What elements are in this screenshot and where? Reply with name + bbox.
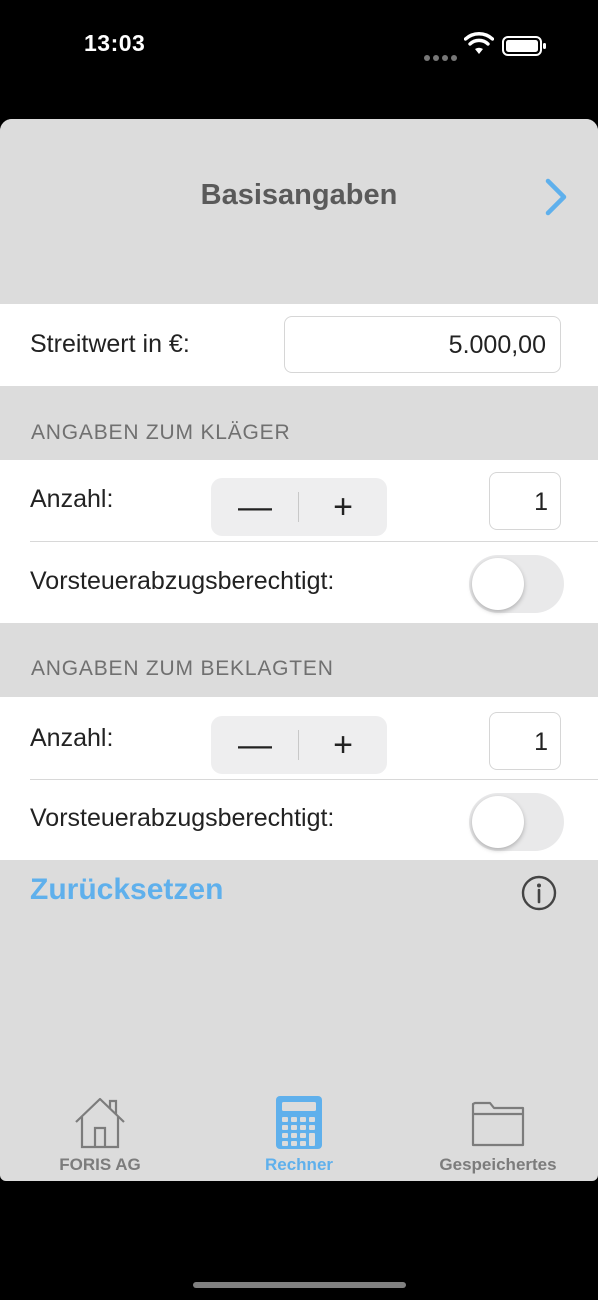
chevron-right-icon[interactable]	[538, 175, 574, 219]
app-screen: Basisangaben Streitwert in €: 5.000,00 A…	[0, 119, 598, 1181]
streitwert-input[interactable]: 5.000,00	[284, 316, 561, 373]
klaeger-anzahl-label: Anzahl:	[30, 485, 114, 513]
folder-icon	[471, 1101, 525, 1147]
reset-button[interactable]: Zurücksetzen	[30, 873, 223, 907]
beklagte-anzahl-value: 1	[534, 728, 548, 756]
cellular-signal-icon	[424, 48, 460, 66]
status-icons	[420, 32, 550, 61]
wifi-icon	[464, 32, 494, 54]
battery-icon	[502, 36, 546, 56]
tab-label: Gespeichertes	[439, 1155, 557, 1174]
navigation-bar: Basisangaben	[0, 119, 598, 304]
klaeger-anzahl-value: 1	[534, 488, 548, 516]
calculator-icon	[276, 1096, 322, 1149]
beklagte-anzahl-stepper[interactable]: — +	[211, 716, 387, 774]
tab-rechner[interactable]: Rechner	[199, 1094, 399, 1175]
section-header-klaeger: ANGABEN ZUM KLÄGER	[31, 421, 291, 444]
tab-gespeichertes[interactable]: Gespeichertes	[398, 1094, 598, 1175]
page-title: Basisangaben	[200, 179, 398, 211]
beklagte-anzahl-label: Anzahl:	[30, 724, 114, 752]
beklagte-vorsteuer-toggle[interactable]	[469, 793, 564, 851]
streitwert-row: Streitwert in €: 5.000,00	[0, 304, 598, 386]
divider	[30, 779, 598, 780]
beklagte-vorsteuer-label: Vorsteuerabzugsberechtigt:	[30, 804, 335, 832]
klaeger-decrement-button[interactable]: —	[211, 478, 299, 536]
beklagte-anzahl-input[interactable]: 1	[489, 712, 561, 770]
streitwert-label: Streitwert in €:	[30, 330, 190, 358]
toggle-knob	[472, 558, 524, 610]
tab-label: Rechner	[264, 1155, 334, 1174]
streitwert-value: 5.000,00	[448, 331, 546, 359]
house-icon	[75, 1097, 125, 1149]
klaeger-section: Anzahl: — + 1 Vorsteuerabzugsberechtigt:	[0, 460, 598, 623]
beklagte-increment-button[interactable]: +	[299, 716, 387, 774]
divider	[30, 541, 598, 542]
section-header-beklagte: ANGABEN ZUM BEKLAGTEN	[31, 657, 334, 680]
klaeger-anzahl-input[interactable]: 1	[489, 472, 561, 530]
home-indicator	[193, 1282, 406, 1288]
klaeger-vorsteuer-label: Vorsteuerabzugsberechtigt:	[30, 567, 335, 595]
tab-foris-ag[interactable]: FORIS AG	[0, 1094, 200, 1175]
klaeger-anzahl-stepper[interactable]: — +	[211, 478, 387, 536]
klaeger-vorsteuer-toggle[interactable]	[469, 555, 564, 613]
klaeger-increment-button[interactable]: +	[299, 478, 387, 536]
status-time: 13:03	[84, 30, 146, 56]
beklagte-section: Anzahl: — + 1 Vorsteuerabzugsberechtigt:	[0, 697, 598, 860]
toggle-knob	[472, 796, 524, 848]
info-icon[interactable]	[521, 875, 557, 911]
beklagte-decrement-button[interactable]: —	[211, 716, 299, 774]
tab-label: FORIS AG	[59, 1155, 141, 1174]
